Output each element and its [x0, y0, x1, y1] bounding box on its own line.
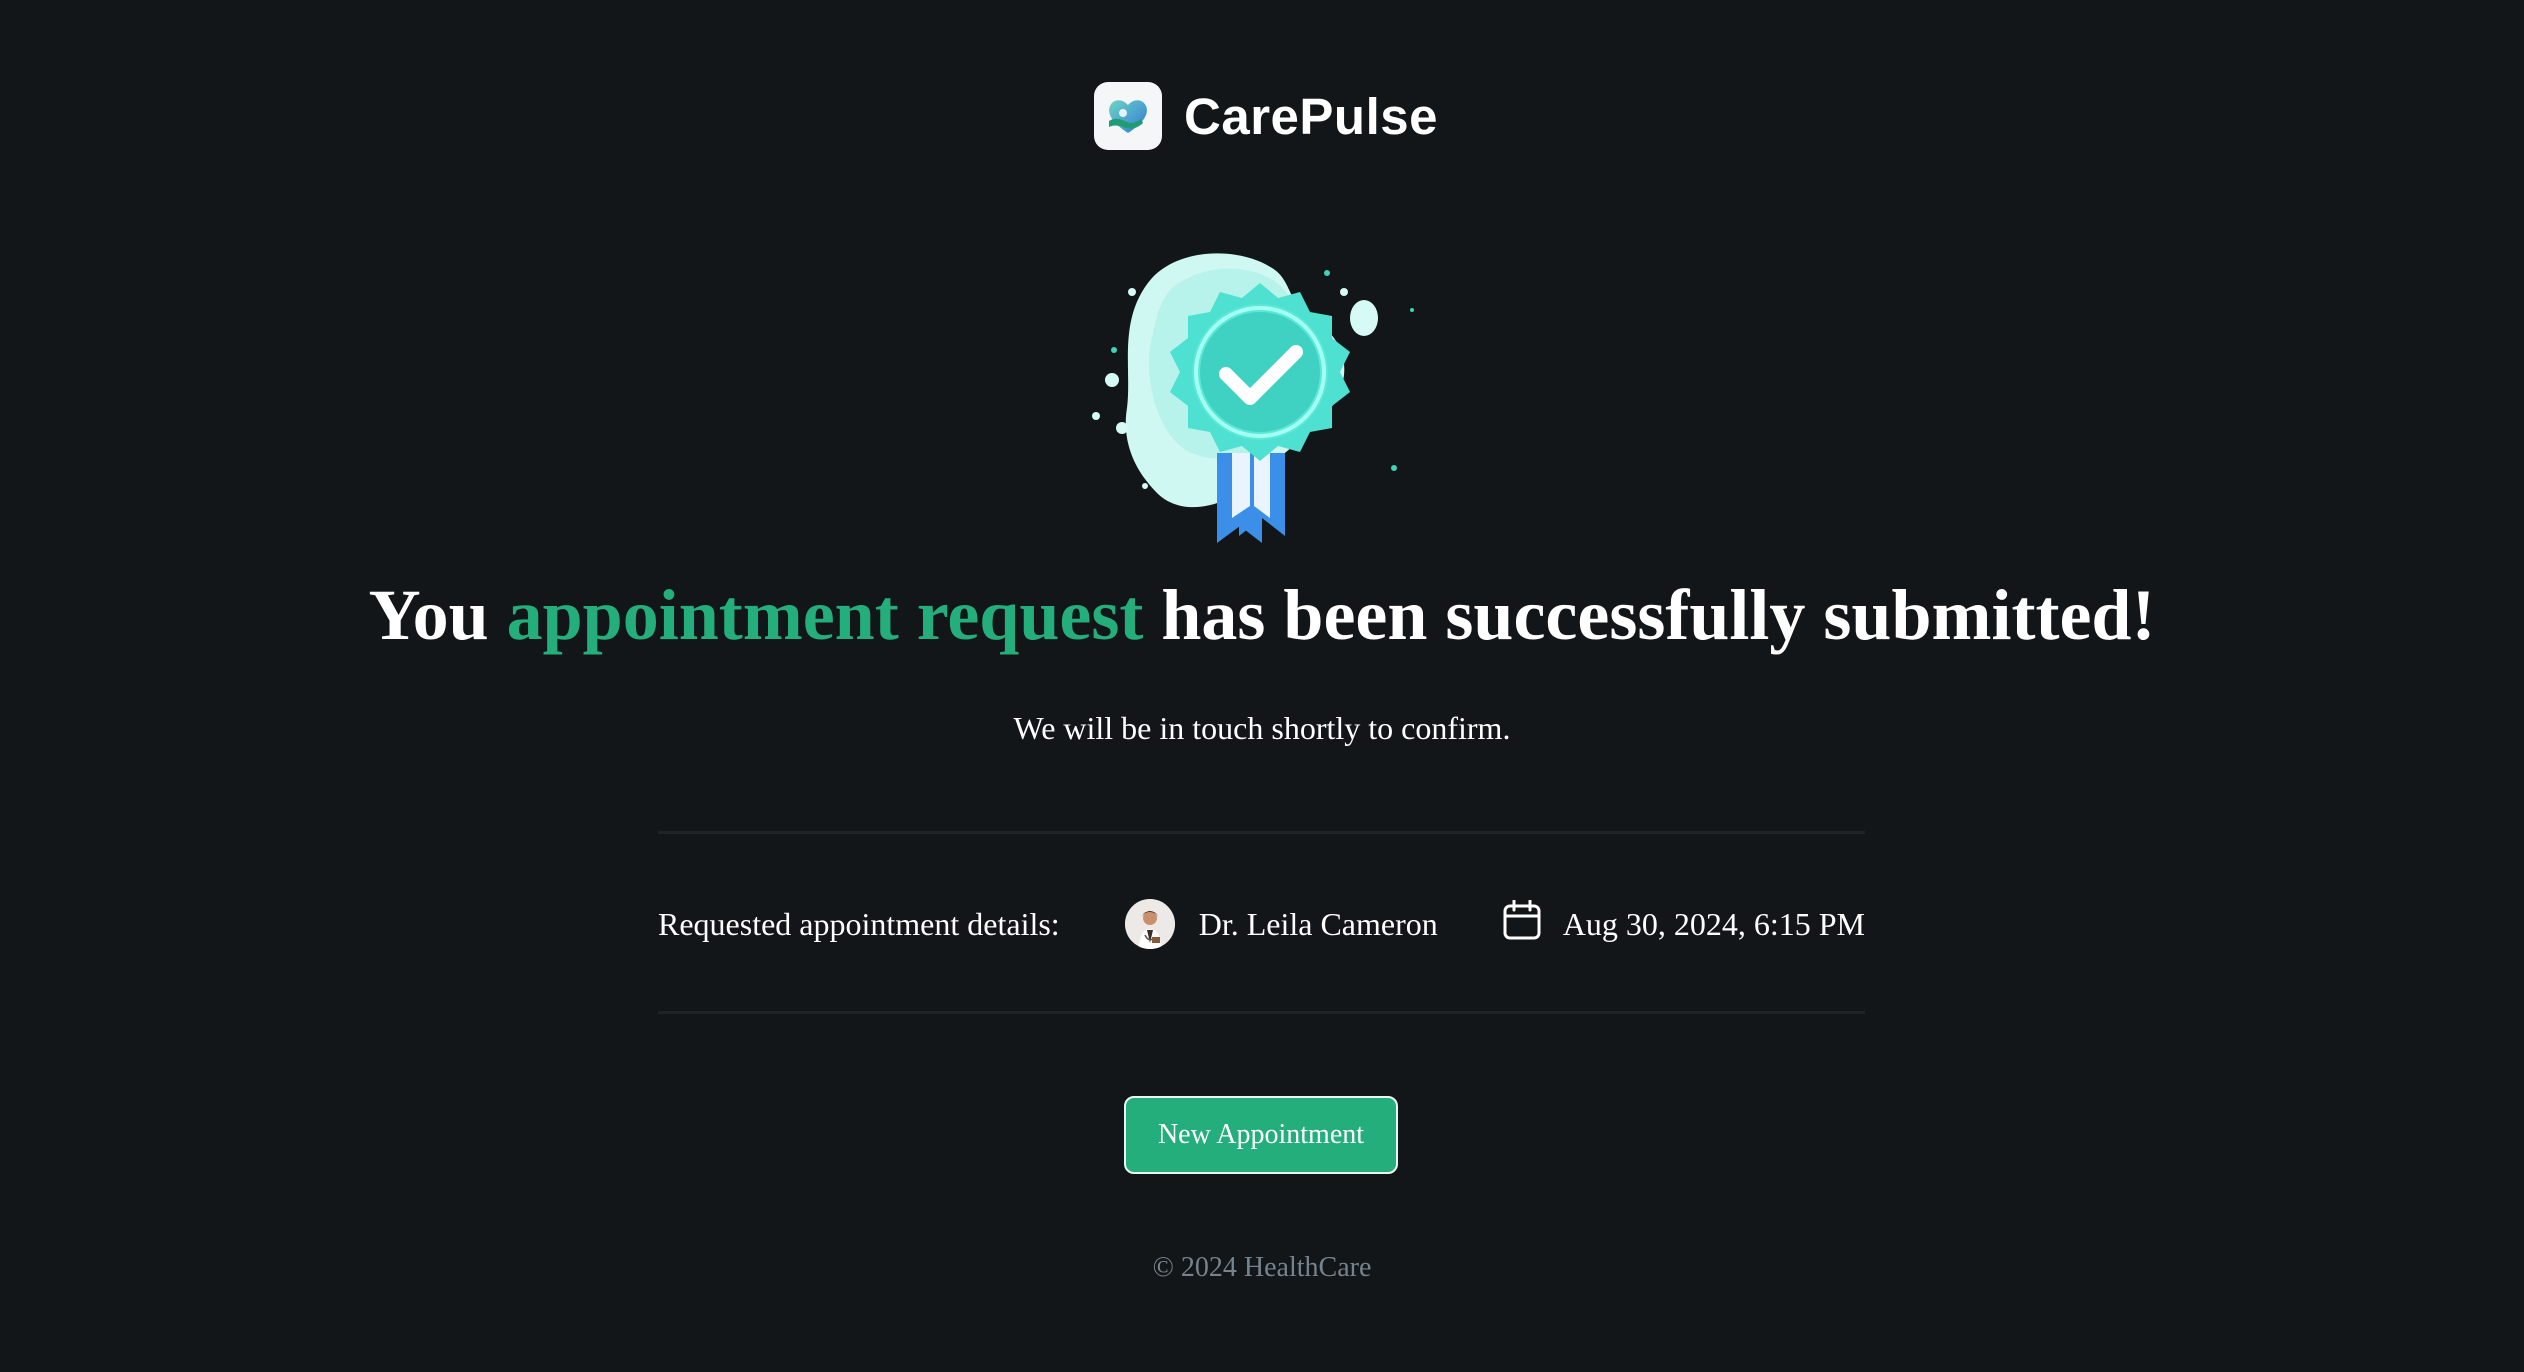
appointment-datetime: Aug 30, 2024, 6:15 PM [1562, 905, 1865, 942]
footer-copyright: © 2024 HealthCare [1152, 1252, 1372, 1283]
appointment-details: Requested appointment details: Dr. Leila… [658, 894, 1865, 954]
divider-top [658, 831, 1865, 834]
calendar-icon [1503, 899, 1541, 948]
details-label: Requested appointment details: [658, 905, 1060, 942]
doctor-name: Dr. Leila Cameron [1198, 905, 1438, 942]
headline-prefix: You [368, 575, 489, 655]
confirmation-message: We will be in touch shortly to confirm. [1013, 710, 1511, 746]
doctor-info: Dr. Leila Cameron [1124, 899, 1438, 949]
success-headline: You appointment request has been success… [0, 570, 2524, 660]
heart-hand-icon [1094, 82, 1162, 150]
new-appointment-button[interactable]: New Appointment [1124, 1096, 1398, 1174]
brand-name: CarePulse [1184, 87, 1438, 145]
appointment-date: Aug 30, 2024, 6:15 PM [1503, 899, 1865, 948]
doctor-avatar [1124, 899, 1175, 949]
brand-logo[interactable]: CarePulse [1094, 82, 1438, 150]
divider-bottom [658, 1011, 1865, 1014]
headline-suffix: has been successfully submitted! [1161, 575, 2156, 655]
headline-accent: appointment request [506, 575, 1144, 655]
success-badge-icon [1082, 248, 1432, 548]
